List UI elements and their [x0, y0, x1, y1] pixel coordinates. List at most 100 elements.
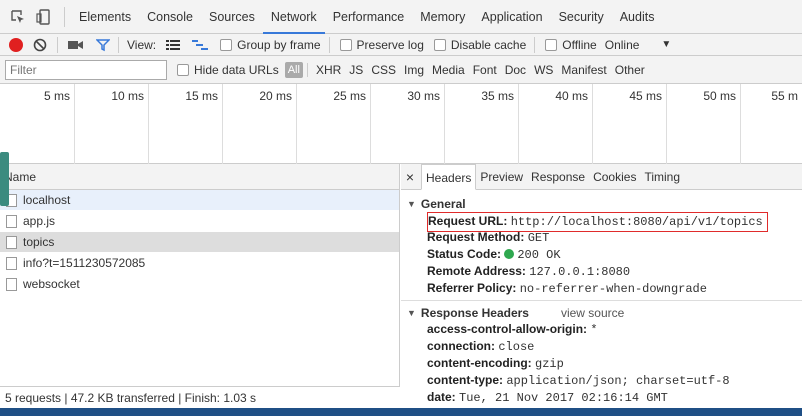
hide-data-urls-label: Hide data URLs: [194, 62, 279, 77]
timeline-tick: 20 ms: [223, 84, 297, 164]
general-section-toggle[interactable]: ▼ General: [407, 196, 802, 212]
header-value: gzip: [535, 357, 564, 371]
header-key: connection:: [427, 339, 495, 353]
tab-preview[interactable]: Preview: [476, 164, 527, 190]
tab-cookies[interactable]: Cookies: [589, 164, 640, 190]
tab-memory[interactable]: Memory: [412, 0, 473, 34]
response-header-row: content-encoding: gzip: [407, 355, 802, 372]
request-name: localhost: [23, 193, 71, 207]
tab-sources[interactable]: Sources: [201, 0, 263, 34]
filter-type-other[interactable]: Other: [611, 63, 649, 77]
header-value: no-referrer-when-downgrade: [519, 282, 707, 296]
filter-icon[interactable]: [95, 38, 111, 52]
throttling-select[interactable]: Online ▼: [605, 38, 672, 52]
details-tab-bar: × Headers Preview Response Cookies Timin…: [401, 163, 802, 190]
timeline-tick: 55 m: [771, 89, 798, 103]
disable-cache-checkbox[interactable]: Disable cache: [433, 38, 526, 52]
request-row-websocket[interactable]: websocket: [0, 274, 399, 295]
request-name: topics: [23, 235, 55, 249]
tab-console[interactable]: Console: [139, 0, 201, 34]
requests-panel: Name localhost app.js topics info?t=1511…: [0, 164, 400, 416]
hide-data-urls-checkbox[interactable]: Hide data URLs: [177, 63, 279, 77]
offline-label: Offline: [562, 37, 597, 52]
header-key: date:: [427, 390, 456, 404]
filter-input[interactable]: [5, 59, 167, 80]
filter-bar: Hide data URLs All XHR JS CSS Img Media …: [0, 56, 802, 84]
response-headers-title: Response Headers: [420, 306, 529, 320]
record-icon[interactable]: [9, 37, 23, 52]
request-row-info[interactable]: info?t=1511230572085: [0, 253, 399, 274]
referrer-policy-row: Referrer Policy: no-referrer-when-downgr…: [407, 280, 802, 297]
header-value: close: [498, 340, 535, 354]
triangle-down-icon: ▼: [407, 199, 416, 209]
request-row-app-js[interactable]: app.js: [0, 211, 399, 232]
preserve-log-checkbox[interactable]: Preserve log: [339, 38, 424, 52]
filter-type-img[interactable]: Img: [400, 63, 428, 77]
filter-type-xhr[interactable]: XHR: [312, 63, 345, 77]
device-toolbar-icon[interactable]: [36, 8, 52, 25]
checkbox-box[interactable]: [545, 38, 558, 51]
timeline-tick: 10 ms: [75, 84, 149, 164]
timeline-tick: 30 ms: [371, 84, 445, 164]
response-header-row: content-type: application/json; charset=…: [407, 372, 802, 389]
tab-network[interactable]: Network: [262, 0, 325, 34]
header-key: Remote Address:: [427, 264, 526, 278]
offline-checkbox[interactable]: Offline: [545, 37, 597, 52]
devtools-tab-bar: Elements Console Sources Network Perform…: [0, 0, 802, 34]
response-headers-toggle[interactable]: ▼ Response Headers view source: [407, 305, 802, 321]
header-value: 127.0.0.1:8080: [529, 265, 631, 279]
status-code-row: Status Code: 200 OK: [407, 246, 802, 263]
xhr-file-icon: [6, 235, 17, 249]
request-row-topics[interactable]: topics: [0, 232, 399, 253]
checkbox-box[interactable]: [177, 63, 189, 76]
view-source-link[interactable]: view source: [561, 305, 624, 321]
tab-audits[interactable]: Audits: [612, 0, 663, 34]
checkbox-box[interactable]: [220, 38, 233, 51]
toolbar-divider: [534, 36, 536, 53]
resize-handle[interactable]: [0, 152, 9, 206]
tab-response[interactable]: Response: [527, 164, 589, 190]
checkbox-box[interactable]: [433, 38, 446, 51]
filter-type-js[interactable]: JS: [345, 63, 367, 77]
response-header-row: access-control-allow-origin: *: [407, 321, 802, 338]
triangle-down-icon: ▼: [407, 308, 416, 318]
toolbar-divider: [328, 36, 330, 53]
timeline-tick: 50 ms: [667, 84, 741, 164]
filter-type-ws[interactable]: WS: [530, 63, 557, 77]
header-key: access-control-allow-origin:: [427, 322, 588, 336]
script-file-icon: [6, 214, 17, 228]
tab-elements[interactable]: Elements: [71, 0, 139, 34]
inspect-element-icon[interactable]: [10, 9, 26, 25]
tab-performance[interactable]: Performance: [325, 0, 413, 34]
waterfall-overview-icon[interactable]: [192, 39, 209, 51]
request-row-localhost[interactable]: localhost: [0, 190, 399, 211]
close-icon[interactable]: ×: [401, 169, 419, 185]
large-rows-icon[interactable]: [166, 39, 181, 51]
timeline-tick: 25 ms: [297, 84, 371, 164]
os-taskbar: [0, 408, 802, 416]
view-label: View:: [127, 37, 157, 52]
request-name: app.js: [23, 214, 56, 228]
tab-headers[interactable]: Headers: [421, 163, 477, 190]
response-header-row: connection: close: [407, 338, 802, 355]
header-key: Status Code:: [427, 247, 502, 261]
filter-type-all[interactable]: All: [284, 61, 303, 78]
capture-screenshots-icon[interactable]: [68, 39, 84, 51]
filter-type-doc[interactable]: Doc: [501, 63, 530, 77]
checkbox-box[interactable]: [339, 38, 352, 51]
filter-type-media[interactable]: Media: [428, 63, 469, 77]
group-by-frame-checkbox[interactable]: Group by frame: [220, 38, 321, 52]
filter-type-css[interactable]: CSS: [367, 63, 400, 77]
tab-application[interactable]: Application: [473, 0, 550, 34]
clear-icon[interactable]: [33, 38, 47, 52]
name-column-header[interactable]: Name: [0, 164, 399, 190]
tab-security[interactable]: Security: [551, 0, 612, 34]
filter-type-font[interactable]: Font: [469, 63, 501, 77]
header-value: Tue, 21 Nov 2017 02:16:14 GMT: [459, 391, 668, 405]
timeline-overview[interactable]: 5 ms 10 ms 15 ms 20 ms 25 ms 30 ms 35 ms…: [0, 84, 802, 164]
request-url-row: Request URL: http://localhost:8080/api/v…: [407, 212, 802, 232]
filter-type-manifest[interactable]: Manifest: [557, 63, 610, 77]
header-value: 200 OK: [517, 248, 561, 262]
tab-timing[interactable]: Timing: [640, 164, 684, 190]
network-toolbar: View: Group by frame Preserve log Disabl…: [0, 34, 802, 56]
